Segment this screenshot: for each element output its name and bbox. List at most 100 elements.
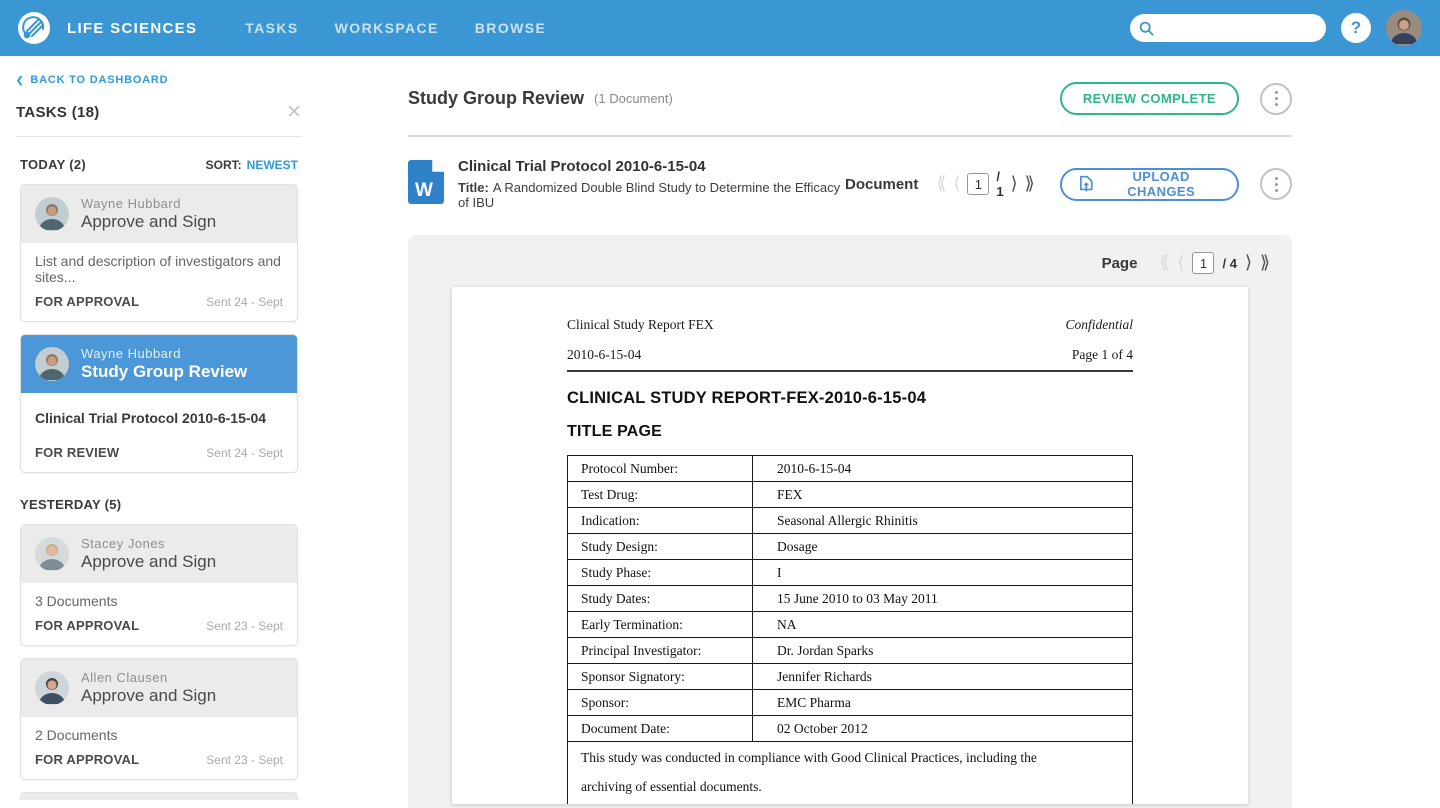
table-row: Study Design: Dosage: [567, 533, 1133, 560]
document-more-options-button[interactable]: [1260, 168, 1292, 200]
task-card-approve-and-sign-3[interactable]: Allen Clausen Approve and Sign 2 Documen…: [20, 658, 298, 780]
title-label: Title:: [458, 180, 489, 195]
user-avatar-image: [1386, 10, 1422, 46]
task-card-study-group-review[interactable]: Wayne Hubbard Study Group Review Clinica…: [20, 334, 298, 473]
document-page[interactable]: Clinical Study Report FEX Confidential 2…: [452, 287, 1248, 804]
today-section-header: TODAY (2) SORT: NEWEST: [20, 157, 298, 172]
chevron-left-icon: ❮: [16, 74, 25, 85]
avatar: [35, 537, 69, 571]
previous-page-icon[interactable]: ⟨: [1177, 254, 1184, 272]
back-link-label: BACK TO DASHBOARD: [30, 74, 169, 86]
avatar: [35, 671, 69, 705]
help-question-mark: ?: [1350, 18, 1362, 37]
sort-label: SORT:: [205, 157, 242, 172]
task-card-approve-and-sign-2[interactable]: Stacey Jones Approve and Sign 3 Document…: [20, 524, 298, 646]
doc-header-confidential: Confidential: [1065, 317, 1134, 332]
help-button[interactable]: ?: [1341, 13, 1371, 43]
task-description: 3 Documents: [35, 593, 118, 609]
doc-header-page-number: Page 1 of 4: [1071, 347, 1133, 362]
task-description: Clinical Trial Protocol 2010-6-15-04: [35, 410, 267, 426]
task-card-approve-and-sign-4[interactable]: Wayne Hubbard Approve and Sign: [20, 792, 298, 800]
document-number-input[interactable]: 1: [967, 173, 990, 195]
table-row: Indication: Seasonal Allergic Rhinitis: [567, 507, 1133, 534]
sidebar-divider: [16, 136, 302, 137]
document-title: A Randomized Double Blind Study to Deter…: [458, 180, 841, 210]
close-icon[interactable]: ✕: [286, 103, 302, 122]
word-document-icon: W: [408, 159, 444, 209]
review-header: Study Group Review (1 Document) REVIEW C…: [408, 82, 1292, 115]
document-total: / 1: [996, 169, 1004, 199]
last-page-icon[interactable]: ⟫: [1260, 254, 1270, 272]
task-sent-date: Sent 23 - Sept: [206, 753, 283, 767]
task-assignee-name: Wayne Hubbard: [81, 196, 181, 211]
doc-header-rule: [567, 370, 1133, 372]
back-to-dashboard-link[interactable]: ❮ BACK TO DASHBOARD: [16, 74, 302, 86]
table-row: Sponsor Signatory: Jennifer Richards: [567, 663, 1133, 690]
table-row: Study Dates: 15 June 2010 to 03 May 2011: [567, 585, 1133, 612]
nav-browse[interactable]: BROWSE: [475, 20, 546, 36]
doc-header-report-name: Clinical Study Report FEX: [567, 317, 714, 332]
page-pager: Page ⟪ ⟨ 1 / 4 ⟩ ⟫: [408, 252, 1292, 274]
task-status: FOR REVIEW: [35, 445, 120, 460]
search-input[interactable]: [1160, 19, 1317, 37]
tasks-sidebar: ❮ BACK TO DASHBOARD TASKS (18) ✕ TODAY (…: [0, 56, 318, 800]
nav-tasks[interactable]: TASKS: [245, 20, 298, 36]
doc-heading-report: CLINICAL STUDY REPORT-FEX-2010-6-15-04: [567, 389, 927, 407]
review-complete-button[interactable]: REVIEW COMPLETE: [1059, 82, 1239, 115]
task-assignee-name: Allen Clausen: [81, 670, 168, 685]
upload-changes-button[interactable]: UPLOAD CHANGES: [1059, 167, 1239, 201]
first-document-icon[interactable]: ⟪: [936, 175, 946, 193]
task-sent-date: Sent 23 - Sept: [206, 619, 283, 633]
title-page-table: Protocol Number: 2010-6-15-04 Test Drug: F…: [567, 455, 1133, 804]
today-label: TODAY (2): [20, 157, 87, 172]
document-pager-label: Document: [844, 175, 919, 193]
search-box[interactable]: [1130, 14, 1326, 42]
next-page-icon[interactable]: ⟩: [1245, 254, 1252, 272]
table-row: Document Date: 02 October 2012: [567, 715, 1133, 742]
task-sent-date: Sent 24 - Sept: [206, 295, 283, 309]
task-card-header: Wayne Hubbard Study Group Review: [21, 335, 297, 393]
review-more-options-button[interactable]: [1260, 82, 1292, 115]
table-row: Study Phase: I: [567, 559, 1133, 586]
upload-icon: [1079, 175, 1093, 192]
page-title: Study Group Review: [408, 88, 585, 108]
next-document-icon[interactable]: ⟩: [1011, 175, 1018, 193]
task-card-approve-and-sign-1[interactable]: Wayne Hubbard Approve and Sign List and …: [20, 184, 298, 322]
document-info: Clinical Trial Protocol 2010-6-15-04 Tit…: [458, 158, 845, 210]
brand-title: LIFE SCIENCES: [67, 19, 198, 37]
sort-newest-link[interactable]: NEWEST: [247, 158, 298, 172]
table-row: Early Termination: NA: [567, 611, 1133, 638]
task-description: List and description of investigators an…: [35, 253, 281, 285]
logo-icon: [18, 12, 50, 44]
top-navigation-bar: LIFE SCIENCES TASKS WORKSPACE BROWSE ?: [0, 0, 1440, 56]
task-card-texts: Wayne Hubbard Approve and Sign: [81, 196, 216, 232]
task-card-texts: Wayne Hubbard Study Group Review: [81, 346, 247, 382]
tasks-title: TASKS (18): [16, 104, 100, 121]
task-type: Approve and Sign: [81, 552, 217, 571]
app-logo[interactable]: [18, 12, 50, 44]
task-card-body: 3 Documents FOR APPROVAL Sent 23 - Sept: [21, 583, 297, 645]
avatar: [35, 347, 69, 381]
page-number-input[interactable]: 1: [1192, 252, 1215, 274]
previous-document-icon[interactable]: ⟨: [953, 175, 960, 193]
task-status: FOR APPROVAL: [35, 294, 140, 309]
avatar: [35, 197, 69, 231]
yesterday-label: YESTERDAY (5): [20, 497, 122, 512]
topbar-actions: ?: [1130, 10, 1422, 46]
user-avatar[interactable]: [1386, 10, 1422, 46]
doc-header-row-1: Clinical Study Report FEX Confidential: [567, 317, 1133, 333]
task-card-texts: Stacey Jones Approve and Sign: [81, 536, 216, 572]
page-total: / 4: [1222, 255, 1237, 271]
nav-workspace[interactable]: WORKSPACE: [335, 20, 439, 36]
last-document-icon[interactable]: ⟫: [1025, 175, 1035, 193]
task-card-body: List and description of investigators an…: [21, 243, 297, 321]
first-page-icon[interactable]: ⟪: [1159, 254, 1169, 272]
task-sent-date: Sent 24 - Sept: [206, 446, 283, 460]
task-card-texts: Allen Clausen Approve and Sign: [81, 670, 216, 706]
tasks-header: TASKS (18) ✕: [16, 103, 302, 122]
task-status: FOR APPROVAL: [35, 752, 140, 767]
table-row: Test Drug: FEX: [567, 481, 1133, 508]
yesterday-section-header: YESTERDAY (5): [20, 497, 298, 512]
doc-heading-title-page: TITLE PAGE: [567, 423, 663, 440]
sort-control: SORT: NEWEST: [206, 158, 298, 172]
